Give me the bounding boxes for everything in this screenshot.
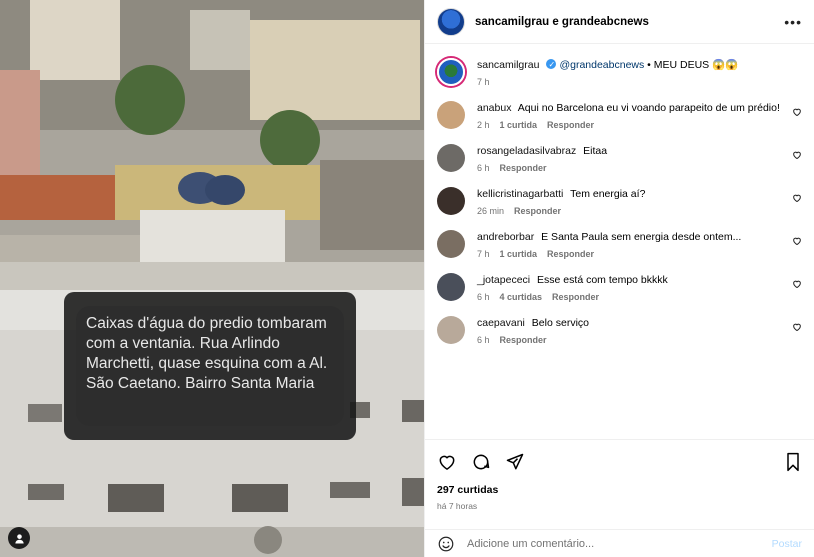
comment-text: Esse está com tempo bkkkk [537, 274, 668, 286]
reply-button[interactable]: Responder [547, 249, 594, 259]
user-icon [14, 533, 24, 544]
heart-icon[interactable] [792, 150, 802, 160]
tagged-users-button[interactable] [8, 527, 30, 549]
reply-button[interactable]: Responder [500, 163, 547, 173]
comment-text: E Santa Paula sem energia desde ontem... [541, 231, 742, 243]
caption: sancamilgrau @grandeabcnews • MEU DEUS 😱😱… [437, 57, 802, 87]
comment-text: Aqui no Barcelona eu vi voando parapeito… [517, 102, 780, 114]
comments-list[interactable]: sancamilgrau @grandeabcnews • MEU DEUS 😱😱… [425, 44, 814, 439]
more-options-button[interactable]: ••• [784, 14, 802, 30]
comment-time: 7 h [477, 249, 490, 259]
comment-time: 2 h [477, 120, 490, 130]
caption-text: • MEU DEUS 😱😱 [647, 59, 739, 71]
comment-username[interactable]: kellicristinagarbatti [477, 188, 563, 200]
send-icon[interactable] [505, 452, 525, 472]
post-time: há 7 horas [437, 501, 478, 511]
heart-icon[interactable] [792, 107, 802, 117]
comment-time: 26 min [477, 206, 505, 216]
commenter-avatar[interactable] [437, 101, 465, 129]
comment-username[interactable]: anabux [477, 102, 511, 114]
reply-button[interactable]: Responder [500, 335, 547, 345]
caption-username[interactable]: sancamilgrau [477, 59, 539, 71]
overlay-message: Caixas d'água do predio tombaram com a v… [76, 306, 344, 426]
text-overlay: Caixas d'água do predio tombaram com a v… [64, 292, 356, 440]
comment-time: 6 h [477, 163, 490, 173]
comment-likes[interactable]: 1 curtida [500, 249, 538, 259]
heart-icon[interactable] [792, 279, 802, 289]
bookmark-icon[interactable] [784, 452, 802, 472]
commenter-avatar[interactable] [437, 144, 465, 172]
commenter-avatar[interactable] [437, 187, 465, 215]
post-comment-button[interactable]: Postar [772, 538, 802, 550]
post-modal: Caixas d'água do predio tombaram com a v… [0, 0, 814, 557]
post-authors[interactable]: sancamilgrau e grandeabcnews [475, 16, 649, 28]
comment-text: Belo serviço [531, 317, 589, 329]
caption-mention[interactable]: @grandeabcnews [559, 59, 644, 71]
comment-text: Eitaa [583, 145, 608, 157]
comment-username[interactable]: rosangeladasilvabraz [477, 145, 576, 157]
comment-item: _jotapececi Esse está com tempo bkkkk 6 … [437, 273, 802, 302]
comment-likes[interactable]: 4 curtidas [500, 292, 543, 302]
author-avatar[interactable] [437, 7, 465, 36]
comment-likes[interactable]: 1 curtida [500, 120, 538, 130]
comment-item: anabux Aqui no Barcelona eu vi voando pa… [437, 101, 802, 130]
add-comment-bar: Postar [425, 529, 814, 557]
reply-button[interactable]: Responder [552, 292, 599, 302]
comment-time: 6 h [477, 335, 490, 345]
heart-icon[interactable] [792, 322, 802, 332]
caption-avatar[interactable] [437, 58, 465, 86]
comment-item: kellicristinagarbatti Tem energia aí? 26… [437, 187, 802, 216]
heart-icon[interactable] [437, 452, 457, 472]
commenter-avatar[interactable] [437, 316, 465, 344]
heart-icon[interactable] [792, 193, 802, 203]
comment-item: andreborbar E Santa Paula sem energia de… [437, 230, 802, 259]
comment-item: caepavani Belo serviço 6 h Responder [437, 316, 802, 345]
commenter-avatar[interactable] [437, 230, 465, 258]
comment-time: 6 h [477, 292, 490, 302]
likes-count[interactable]: 297 curtidas [437, 484, 802, 496]
caption-time: 7 h [477, 77, 490, 87]
commenter-avatar[interactable] [437, 273, 465, 301]
comment-username[interactable]: andreborbar [477, 231, 534, 243]
comment-username[interactable]: caepavani [477, 317, 525, 329]
city-photo [0, 0, 424, 557]
comment-text: Tem energia aí? [570, 188, 646, 200]
reply-button[interactable]: Responder [514, 206, 561, 216]
verified-badge-icon [546, 57, 557, 72]
comment-input[interactable] [467, 537, 772, 550]
heart-icon[interactable] [792, 236, 802, 246]
comment-username[interactable]: _jotapececi [477, 274, 530, 286]
reply-button[interactable]: Responder [547, 120, 594, 130]
post-media[interactable]: Caixas d'água do predio tombaram com a v… [0, 0, 424, 557]
comment-item: rosangeladasilvabraz Eitaa 6 h Responder [437, 144, 802, 173]
emoji-icon[interactable] [437, 535, 455, 553]
post-actions: 297 curtidas há 7 horas Postar [425, 439, 814, 557]
post-header: sancamilgrau e grandeabcnews ••• [425, 0, 814, 44]
action-icons [437, 450, 802, 474]
comment-icon[interactable] [471, 452, 491, 472]
post-sidebar: sancamilgrau e grandeabcnews ••• sancami… [424, 0, 814, 557]
